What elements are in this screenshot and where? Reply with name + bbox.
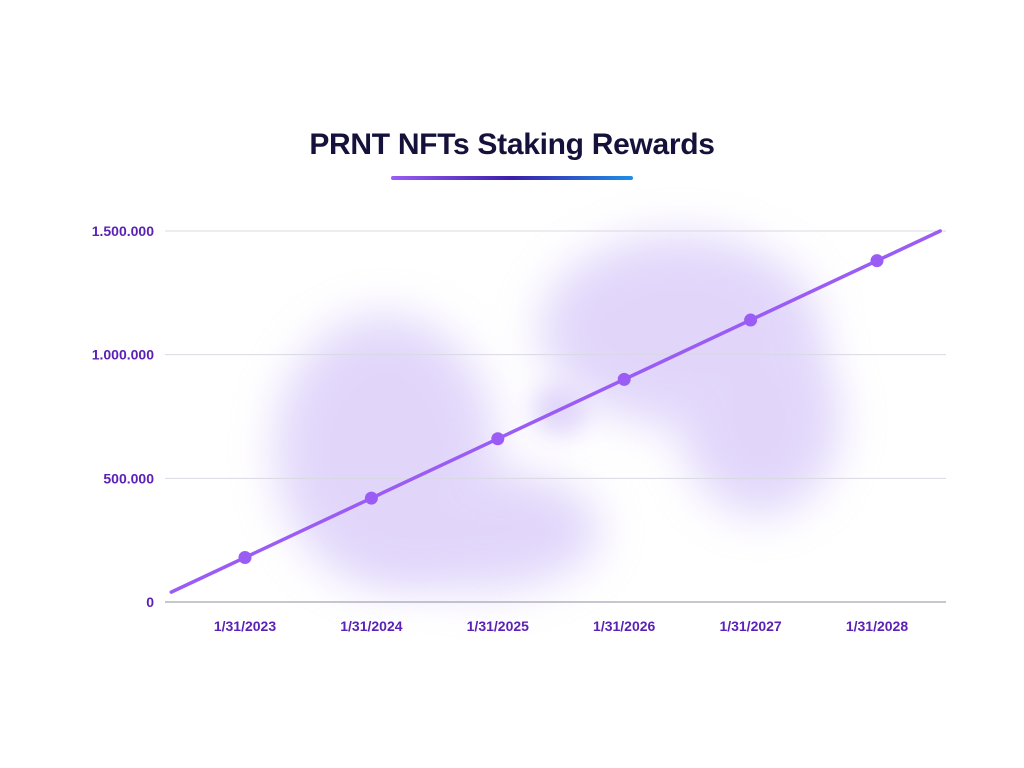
x-tick-label: 1/31/2026 (593, 618, 655, 634)
x-tick-label: 1/31/2024 (340, 618, 402, 634)
x-tick-label: 1/31/2023 (214, 618, 276, 634)
x-tick-labels: 1/31/2023 1/31/2024 1/31/2025 1/31/2026 1/31… (214, 618, 908, 634)
x-tick-label: 1/31/2027 (719, 618, 781, 634)
y-tick-label: 1.000.000 (92, 347, 154, 363)
data-point (744, 313, 758, 327)
data-point (364, 491, 378, 505)
data-point (617, 372, 631, 386)
background-blob (680, 325, 840, 515)
data-point (238, 550, 252, 564)
x-tick-label: 1/31/2028 (846, 618, 908, 634)
y-tick-label: 1.500.000 (92, 223, 154, 239)
x-tick-label: 1/31/2025 (467, 618, 529, 634)
y-tick-labels: 0 500.000 1.000.000 1.500.000 (92, 223, 155, 610)
data-point (870, 254, 884, 268)
line-chart: 0500.0001.000.0001.500.000 1/31/2023 1/31… (92, 223, 946, 634)
y-tick-label: 0 (146, 594, 154, 610)
data-point (491, 432, 505, 446)
y-tick-label: 500.000 (103, 470, 154, 486)
